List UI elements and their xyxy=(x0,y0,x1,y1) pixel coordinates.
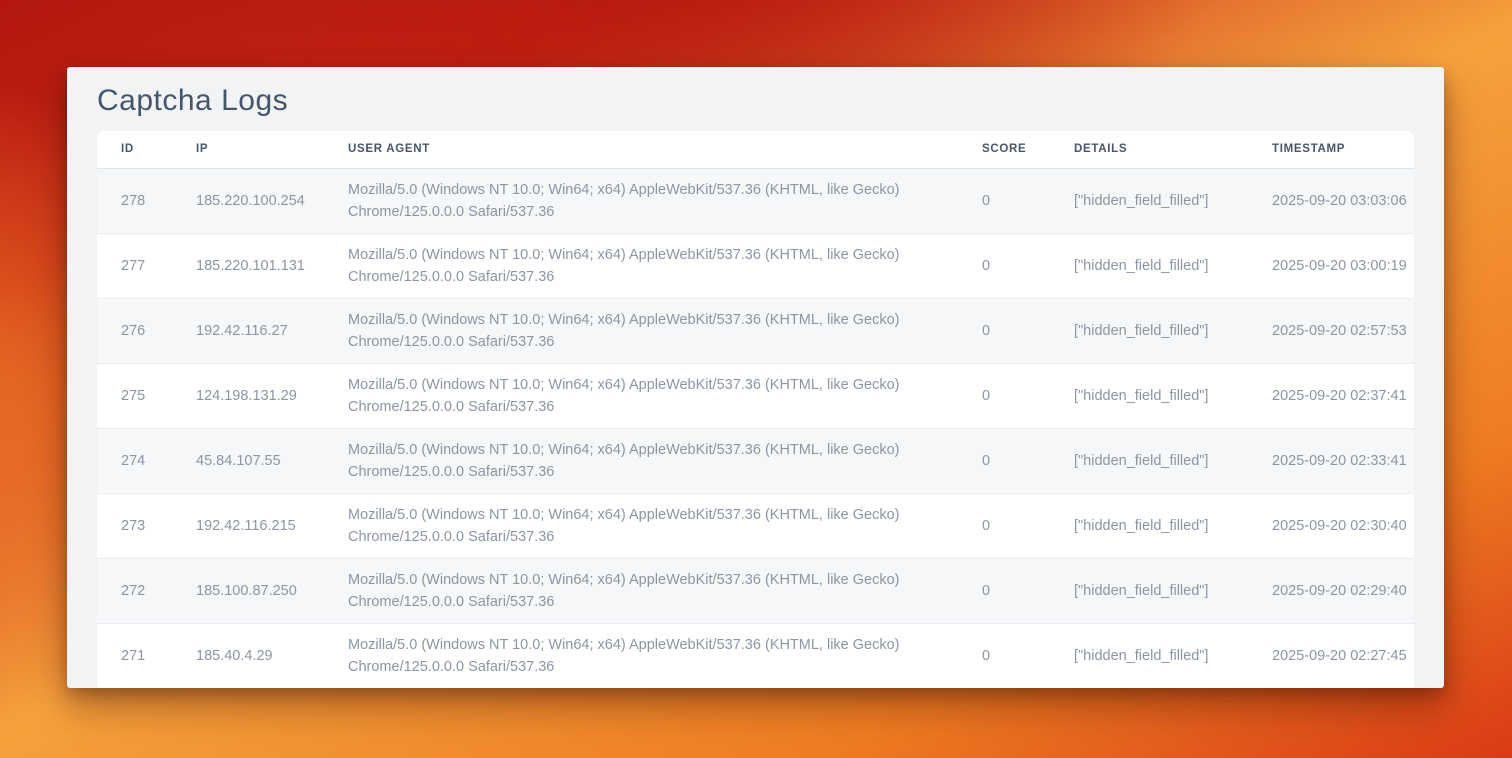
captcha-logs-table: IDIPUSER AGENTSCOREDETAILSTIMESTAMP 278 … xyxy=(97,131,1414,688)
table-row: 274 45.84.107.55 Mozilla/5.0 (Windows NT… xyxy=(97,428,1414,493)
cell-details: ["hidden_field_filled"] xyxy=(1050,233,1248,298)
cell-id: 273 xyxy=(97,493,172,558)
captcha-logs-card: Captcha Logs IDIPUSER AGENTSCOREDETAILST… xyxy=(67,67,1444,688)
page-title: Captcha Logs xyxy=(97,83,1414,119)
cell-details: ["hidden_field_filled"] xyxy=(1050,168,1248,233)
cell-details: ["hidden_field_filled"] xyxy=(1050,363,1248,428)
cell-id: 277 xyxy=(97,233,172,298)
cell-id: 271 xyxy=(97,623,172,688)
cell-ip: 185.220.101.131 xyxy=(172,233,324,298)
cell-user-agent: Mozilla/5.0 (Windows NT 10.0; Win64; x64… xyxy=(324,493,958,558)
cell-timestamp: 2025-09-20 02:37:41 xyxy=(1248,363,1414,428)
cell-id: 272 xyxy=(97,558,172,623)
column-header-ip: IP xyxy=(172,131,324,168)
column-header-details: DETAILS xyxy=(1050,131,1248,168)
cell-ip: 185.100.87.250 xyxy=(172,558,324,623)
cell-ip: 124.198.131.29 xyxy=(172,363,324,428)
cell-id: 275 xyxy=(97,363,172,428)
cell-details: ["hidden_field_filled"] xyxy=(1050,298,1248,363)
cell-score: 0 xyxy=(958,428,1050,493)
table-row: 271 185.40.4.29 Mozilla/5.0 (Windows NT … xyxy=(97,623,1414,688)
cell-details: ["hidden_field_filled"] xyxy=(1050,558,1248,623)
table-row: 272 185.100.87.250 Mozilla/5.0 (Windows … xyxy=(97,558,1414,623)
cell-timestamp: 2025-09-20 03:00:19 xyxy=(1248,233,1414,298)
cell-id: 274 xyxy=(97,428,172,493)
cell-ip: 192.42.116.27 xyxy=(172,298,324,363)
cell-ip: 45.84.107.55 xyxy=(172,428,324,493)
cell-score: 0 xyxy=(958,168,1050,233)
table-header-row: IDIPUSER AGENTSCOREDETAILSTIMESTAMP xyxy=(97,131,1414,168)
cell-timestamp: 2025-09-20 02:57:53 xyxy=(1248,298,1414,363)
cell-user-agent: Mozilla/5.0 (Windows NT 10.0; Win64; x64… xyxy=(324,363,958,428)
column-header-score: SCORE xyxy=(958,131,1050,168)
table-row: 276 192.42.116.27 Mozilla/5.0 (Windows N… xyxy=(97,298,1414,363)
cell-timestamp: 2025-09-20 03:03:06 xyxy=(1248,168,1414,233)
cell-score: 0 xyxy=(958,298,1050,363)
cell-score: 0 xyxy=(958,623,1050,688)
cell-user-agent: Mozilla/5.0 (Windows NT 10.0; Win64; x64… xyxy=(324,168,958,233)
cell-timestamp: 2025-09-20 02:33:41 xyxy=(1248,428,1414,493)
cell-ip: 192.42.116.215 xyxy=(172,493,324,558)
cell-user-agent: Mozilla/5.0 (Windows NT 10.0; Win64; x64… xyxy=(324,558,958,623)
cell-ip: 185.40.4.29 xyxy=(172,623,324,688)
cell-id: 278 xyxy=(97,168,172,233)
cell-timestamp: 2025-09-20 02:30:40 xyxy=(1248,493,1414,558)
table-row: 273 192.42.116.215 Mozilla/5.0 (Windows … xyxy=(97,493,1414,558)
table-row: 278 185.220.100.254 Mozilla/5.0 (Windows… xyxy=(97,168,1414,233)
column-header-timestamp: TIMESTAMP xyxy=(1248,131,1414,168)
cell-details: ["hidden_field_filled"] xyxy=(1050,623,1248,688)
cell-score: 0 xyxy=(958,558,1050,623)
cell-timestamp: 2025-09-20 02:27:45 xyxy=(1248,623,1414,688)
cell-id: 276 xyxy=(97,298,172,363)
cell-user-agent: Mozilla/5.0 (Windows NT 10.0; Win64; x64… xyxy=(324,623,958,688)
cell-score: 0 xyxy=(958,493,1050,558)
column-header-id: ID xyxy=(97,131,172,168)
page-background: { "page": { "title": "Captcha Logs" }, "… xyxy=(0,0,1512,758)
cell-ip: 185.220.100.254 xyxy=(172,168,324,233)
table-row: 277 185.220.101.131 Mozilla/5.0 (Windows… xyxy=(97,233,1414,298)
cell-details: ["hidden_field_filled"] xyxy=(1050,493,1248,558)
cell-score: 0 xyxy=(958,233,1050,298)
cell-user-agent: Mozilla/5.0 (Windows NT 10.0; Win64; x64… xyxy=(324,233,958,298)
column-header-user_agent: USER AGENT xyxy=(324,131,958,168)
cell-user-agent: Mozilla/5.0 (Windows NT 10.0; Win64; x64… xyxy=(324,428,958,493)
cell-user-agent: Mozilla/5.0 (Windows NT 10.0; Win64; x64… xyxy=(324,298,958,363)
table-row: 275 124.198.131.29 Mozilla/5.0 (Windows … xyxy=(97,363,1414,428)
cell-score: 0 xyxy=(958,363,1050,428)
cell-details: ["hidden_field_filled"] xyxy=(1050,428,1248,493)
cell-timestamp: 2025-09-20 02:29:40 xyxy=(1248,558,1414,623)
